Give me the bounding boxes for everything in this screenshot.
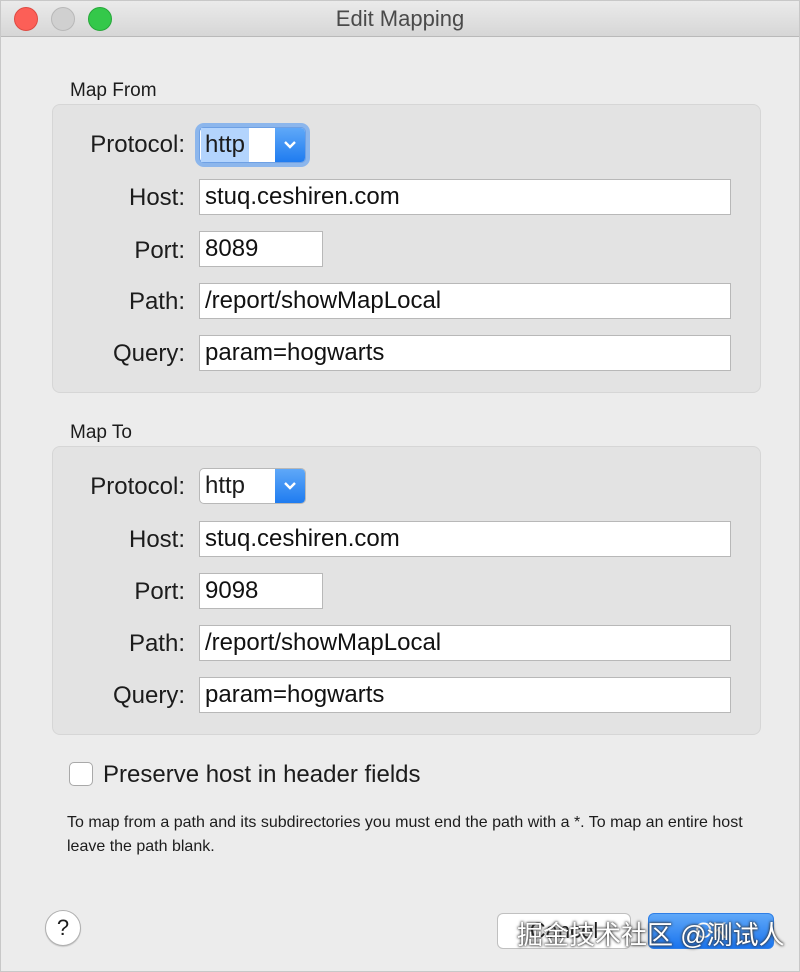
title-bar: Edit Mapping: [1, 1, 799, 37]
map-from-protocol-select[interactable]: http: [199, 127, 306, 163]
map-from-port-field[interactable]: 8089: [199, 231, 323, 267]
map-to-path-field[interactable]: /report/showMapLocal: [199, 625, 731, 661]
map-to-label: Map To: [70, 422, 132, 443]
map-to-protocol-label: Protocol:: [90, 473, 185, 500]
map-to-port-field[interactable]: 9098: [199, 573, 323, 609]
map-from-host-field[interactable]: stuq.ceshiren.com: [199, 179, 731, 215]
help-button[interactable]: ?: [45, 910, 81, 946]
map-from-port-label: Port:: [134, 237, 185, 264]
chevron-down-icon: [275, 469, 305, 503]
map-from-protocol-value: http: [201, 128, 250, 162]
preserve-host-label[interactable]: Preserve host in header fields: [103, 761, 421, 789]
map-to-query-label: Query:: [112, 682, 185, 709]
chevron-down-icon: [275, 128, 305, 162]
map-to-host-field[interactable]: stuq.ceshiren.com: [199, 521, 731, 557]
map-from-protocol-label: Protocol:: [90, 131, 185, 158]
map-from-query-label: Query:: [112, 340, 185, 367]
watermark: 掘金技术社区 @测试人: [517, 920, 785, 950]
map-to-query-field[interactable]: param=hogwarts: [199, 677, 731, 713]
preserve-host-checkbox[interactable]: [69, 762, 93, 786]
map-to-port-label: Port:: [134, 578, 185, 605]
edit-mapping-window: Edit Mapping Map From Protocol: http Hos…: [0, 0, 800, 972]
map-from-host-label: Host:: [128, 184, 185, 211]
mapping-hint-text: To map from a path and its subdirectorie…: [67, 814, 743, 855]
map-from-query-field[interactable]: param=hogwarts: [199, 335, 731, 371]
map-to-protocol-select[interactable]: http: [199, 468, 306, 504]
window-title: Edit Mapping: [335, 6, 465, 31]
map-from-label: Map From: [70, 80, 157, 101]
map-to-host-label: Host:: [128, 526, 185, 553]
map-from-path-field[interactable]: /report/showMapLocal: [199, 283, 731, 319]
map-from-path-label: Path:: [128, 288, 185, 315]
map-to-protocol-value: http: [205, 472, 246, 499]
map-to-path-label: Path:: [128, 630, 185, 657]
